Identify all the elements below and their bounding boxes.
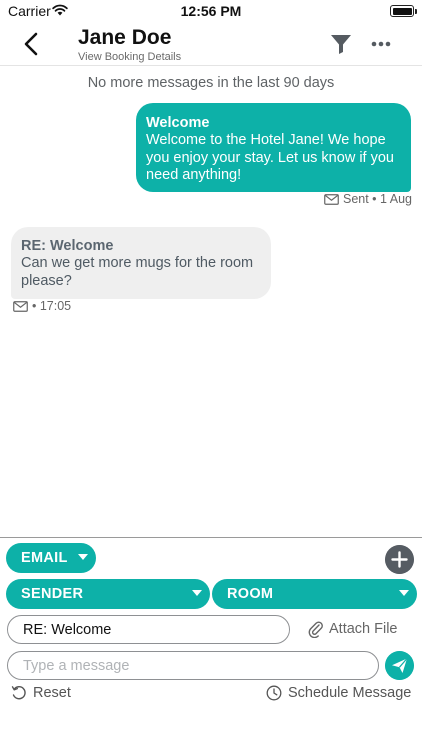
- mail-icon: [13, 300, 28, 312]
- filter-icon[interactable]: [329, 32, 353, 56]
- history-notice: No more messages in the last 90 days: [87, 75, 335, 91]
- status-bar: Carrier 12:56 PM: [0, 0, 422, 22]
- reset-label: Reset: [33, 685, 71, 701]
- message-body: Can we get more mugs for the room please…: [21, 255, 254, 289]
- attach-file-button[interactable]: Attach File: [308, 620, 398, 638]
- clock: 12:56 PM: [180, 3, 242, 19]
- sender-label: SENDER: [21, 586, 84, 602]
- message-input[interactable]: Type a message: [7, 651, 379, 680]
- room-dropdown[interactable]: ROOM: [212, 579, 417, 609]
- more-options-icon[interactable]: [369, 32, 393, 56]
- room-label: ROOM: [227, 586, 274, 602]
- subject-value: RE: Welcome: [23, 621, 112, 638]
- send-button[interactable]: [385, 651, 414, 680]
- message-placeholder: Type a message: [23, 657, 130, 674]
- chevron-down-icon: [78, 554, 88, 560]
- chevron-down-icon: [192, 590, 202, 596]
- page-title: Jane Doe: [78, 26, 172, 49]
- incoming-message-meta: • 17:05: [13, 299, 71, 313]
- attach-file-label: Attach File: [329, 621, 398, 637]
- reset-button[interactable]: Reset: [11, 685, 71, 701]
- chevron-down-icon: [399, 590, 409, 596]
- message-title: RE: Welcome: [21, 238, 114, 254]
- schedule-message-button[interactable]: Schedule Message: [266, 685, 411, 701]
- message-status: Sent • 1 Aug: [342, 192, 412, 206]
- mail-icon: [324, 193, 339, 205]
- paperclip-icon: [308, 621, 323, 638]
- subject-field[interactable]: RE: Welcome: [7, 615, 290, 644]
- back-button[interactable]: [18, 30, 46, 58]
- sender-dropdown[interactable]: SENDER: [6, 579, 210, 609]
- add-button[interactable]: [385, 545, 414, 574]
- channel-dropdown[interactable]: EMAIL: [6, 543, 96, 573]
- battery-icon: [390, 5, 414, 17]
- view-booking-link[interactable]: View Booking Details: [78, 51, 181, 64]
- message-body: Welcome to the Hotel Jane! We hope you e…: [146, 132, 394, 183]
- undo-icon: [11, 686, 26, 700]
- channel-label: EMAIL: [21, 550, 68, 566]
- header-title-block[interactable]: Jane Doe View Booking Details: [78, 26, 181, 64]
- outgoing-message-meta: Sent • 1 Aug: [324, 192, 412, 206]
- incoming-message-bubble[interactable]: RE: Welcome Can we get more mugs for the…: [11, 227, 271, 299]
- message-title: Welcome: [146, 115, 210, 131]
- clock-icon: [266, 685, 282, 701]
- message-time: • 17:05: [32, 299, 72, 313]
- schedule-message-label: Schedule Message: [288, 685, 412, 701]
- outgoing-message-bubble[interactable]: Welcome Welcome to the Hotel Jane! We ho…: [136, 103, 411, 192]
- header: Jane Doe View Booking Details: [0, 22, 422, 66]
